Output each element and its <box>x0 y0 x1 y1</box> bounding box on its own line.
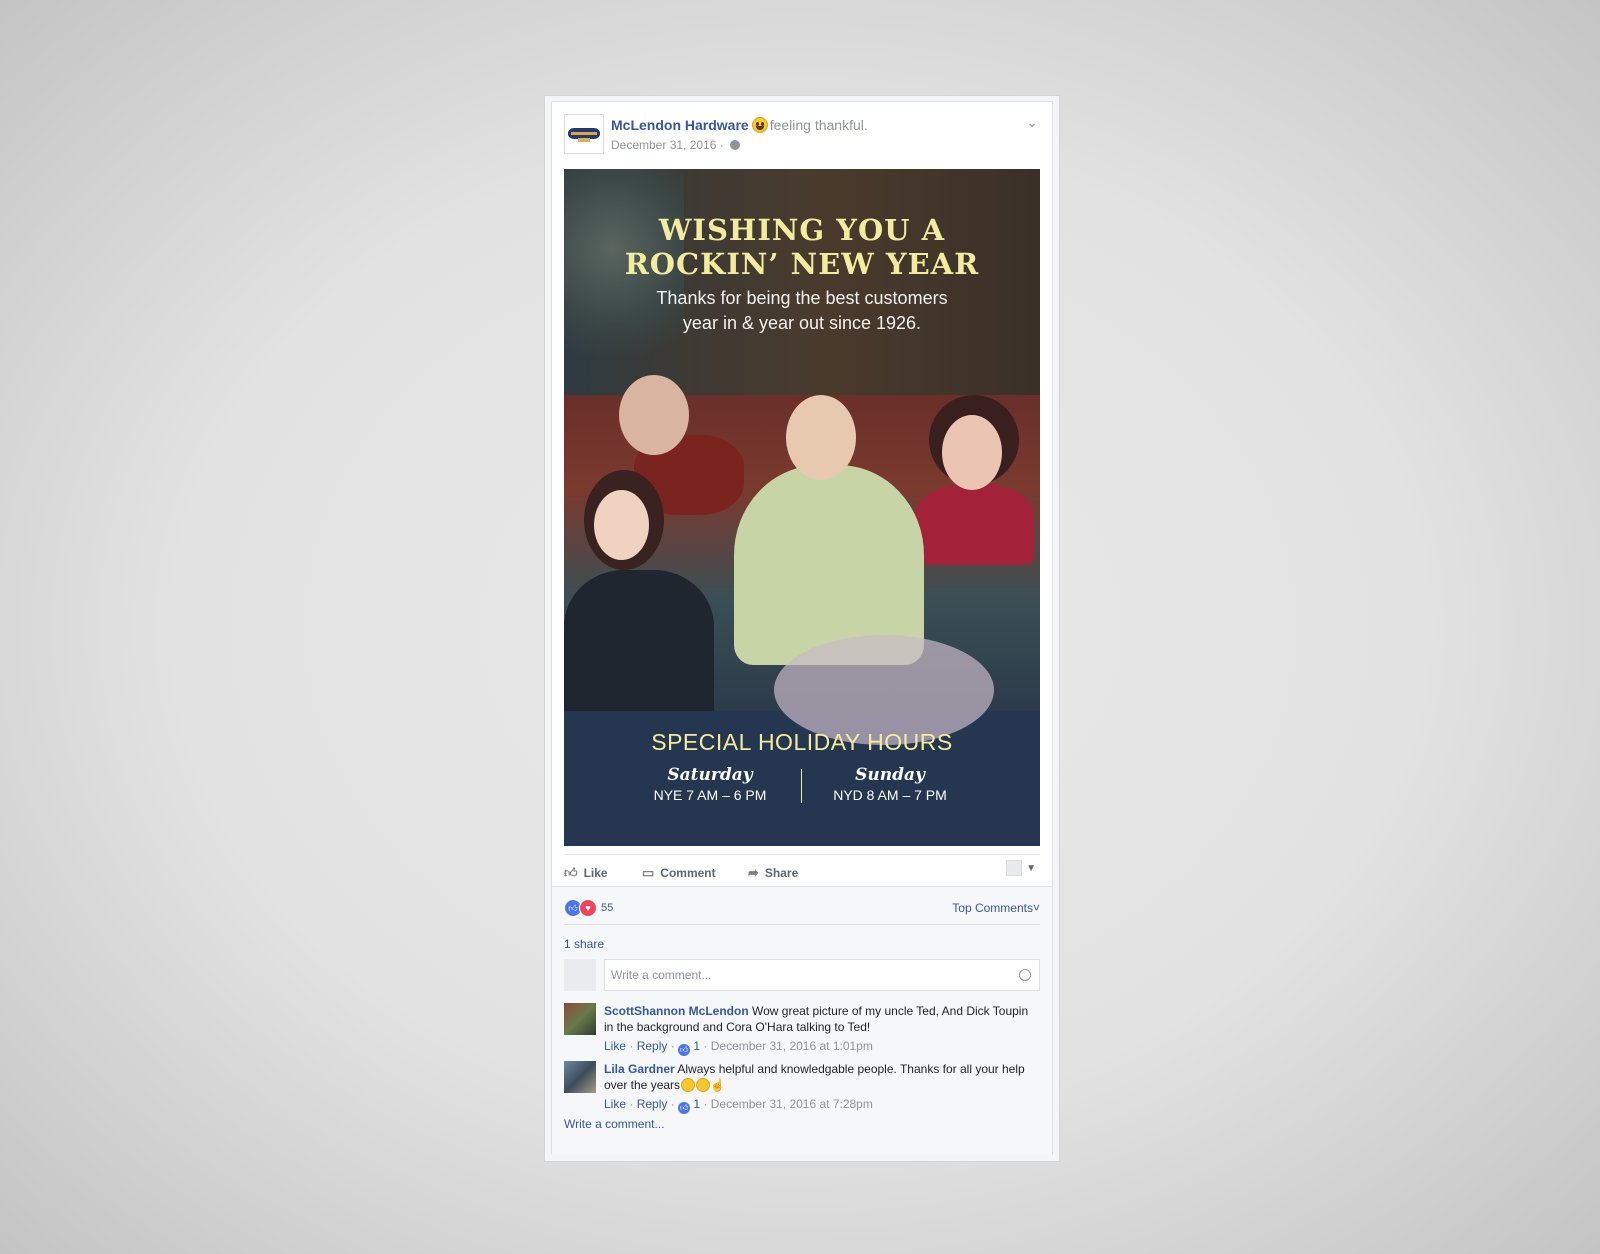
page-avatar[interactable] <box>564 114 604 154</box>
like-label: Like <box>583 866 608 880</box>
like-reaction-icon: 👍︎ <box>678 1044 691 1056</box>
comments-section: 👍︎ ♥ 55 Top Comments˅ 1 share Write a co… <box>552 886 1052 1155</box>
image-headline: WISHING YOU A ROCKIN’ NEW YEAR <box>564 213 1040 281</box>
headline-line-2: ROCKIN’ NEW YEAR <box>624 247 980 281</box>
feeling-text: feeling thankful. <box>769 117 868 133</box>
post-title-line: McLendon Hardware feeling thankful. <box>611 117 868 133</box>
post-frame: McLendon Hardware feeling thankful. Decem… <box>544 95 1060 1162</box>
post-image[interactable]: WISHING YOU A ROCKIN’ NEW YEAR Thanks fo… <box>564 169 1040 846</box>
comment-reply-link[interactable]: Reply <box>637 1039 668 1053</box>
avatar <box>564 959 596 991</box>
avatar[interactable] <box>564 1061 596 1093</box>
headline-line-1: WISHING YOU A <box>658 213 946 247</box>
comment-text-line: Lila Gardner Always helpful and knowledg… <box>604 1061 1040 1093</box>
top-comments-dropdown[interactable]: Top Comments˅ <box>952 901 1040 915</box>
comment-label: Comment <box>660 866 716 880</box>
divider <box>564 924 1040 925</box>
smiley-feeling-icon <box>751 117 768 133</box>
reactions-summary[interactable]: 👍︎ ♥ 55 <box>564 899 613 917</box>
saturday-time: NYE 7 AM – 6 PM <box>653 787 767 803</box>
sunday-hours: Sunday NYD 8 AM – 7 PM <box>790 765 990 803</box>
comment-text-line: ScottShannon McLendon Wow great picture … <box>604 1003 1040 1035</box>
like-reaction-icon: 👍︎ <box>678 1102 691 1114</box>
comment-meta: Like · Reply · 👍︎ 1 · December 31, 2016 … <box>604 1039 873 1056</box>
caret-down-icon: ▼ <box>1026 862 1036 874</box>
photo-figure <box>594 490 649 560</box>
comment-composer: Write a comment... <box>564 959 1040 991</box>
photo-figure <box>786 395 856 480</box>
subline-line-2: year in & year out since 1926. <box>682 313 922 333</box>
comment-bubble-icon: ▭ <box>642 865 655 880</box>
comment-reply-link[interactable]: Reply <box>637 1097 668 1111</box>
post-date[interactable]: December 31, 2016 · <box>611 138 724 152</box>
comment-meta: Like · Reply · 👍︎ 1 · December 31, 2016 … <box>604 1097 873 1114</box>
emoji-picker-icon[interactable] <box>1019 969 1031 981</box>
photo-figure <box>619 375 689 455</box>
post-header: McLendon Hardware feeling thankful. Decem… <box>564 114 1040 159</box>
top-comments-label: Top Comments <box>952 901 1033 915</box>
subline-line-1: Thanks for being the best customers <box>656 288 948 308</box>
love-reaction-icon: ♥ <box>579 899 597 917</box>
comment-body: ScottShannon McLendon Wow great picture … <box>604 1003 1040 1056</box>
facebook-post: McLendon Hardware feeling thankful. Decem… <box>551 101 1053 1155</box>
like-button[interactable]: 👍︎ Like <box>564 865 608 881</box>
share-button[interactable]: ➦ Share <box>748 865 798 881</box>
comment-time[interactable]: December 31, 2016 at 1:01pm <box>711 1039 873 1053</box>
comment-like-count[interactable]: 1 <box>693 1097 700 1111</box>
comment-time[interactable]: December 31, 2016 at 7:28pm <box>711 1097 873 1111</box>
thumbs-up-icon: 👍︎ <box>564 865 578 880</box>
page-name-link[interactable]: McLendon Hardware <box>611 117 749 133</box>
wood-panel-background <box>564 169 1040 395</box>
caret-down-icon: ˅ <box>1032 901 1040 915</box>
vintage-party-photo <box>564 375 1040 745</box>
mclendon-logo-icon <box>568 128 600 142</box>
sunday-time: NYD 8 AM – 7 PM <box>833 787 947 803</box>
holiday-hours-title: SPECIAL HOLIDAY HOURS <box>651 729 953 755</box>
saturday-label: Saturday <box>667 765 753 785</box>
post-actions-bar: 👍︎ Like ▭ Comment ➦ Share ▼ <box>564 854 1040 885</box>
sunday-label: Sunday <box>855 765 925 785</box>
comment-body: Lila Gardner Always helpful and knowledg… <box>604 1061 1040 1114</box>
comment-input[interactable]: Write a comment... <box>604 959 1040 991</box>
comment-button[interactable]: ▭ Comment <box>642 865 716 881</box>
smiling-face-icon <box>681 1078 696 1092</box>
smiling-face-icon <box>696 1078 711 1092</box>
avatar[interactable] <box>564 1003 596 1035</box>
share-label: Share <box>764 866 799 880</box>
comment-placeholder: Write a comment... <box>611 968 712 982</box>
comment-author[interactable]: Lila Gardner <box>604 1062 675 1076</box>
globe-icon[interactable] <box>730 140 741 150</box>
audience-selector[interactable]: ▼ <box>1006 860 1036 876</box>
comment-like-link[interactable]: Like <box>604 1097 626 1111</box>
reaction-count: 55 <box>601 902 614 914</box>
shares-link[interactable]: 1 share <box>564 937 604 951</box>
chevron-down-icon[interactable]: ⌄ <box>1026 114 1038 131</box>
comment-author[interactable]: ScottShannon McLendon <box>604 1004 749 1018</box>
photo-figure <box>564 570 714 711</box>
share-arrow-icon: ➦ <box>748 865 759 880</box>
photo-figure <box>914 485 1034 565</box>
pointing-hand-icon: ☝ <box>710 1078 725 1092</box>
page-thumbnail-icon <box>1006 860 1023 876</box>
post-date-line: December 31, 2016 · <box>611 138 741 152</box>
write-comment-link[interactable]: Write a comment... <box>564 1117 664 1131</box>
saturday-hours: Saturday NYE 7 AM – 6 PM <box>610 765 810 803</box>
comment-like-link[interactable]: Like <box>604 1039 626 1053</box>
photo-figure <box>942 415 1002 490</box>
image-subline: Thanks for being the best customers year… <box>564 286 1040 336</box>
comment-like-count[interactable]: 1 <box>693 1039 700 1053</box>
